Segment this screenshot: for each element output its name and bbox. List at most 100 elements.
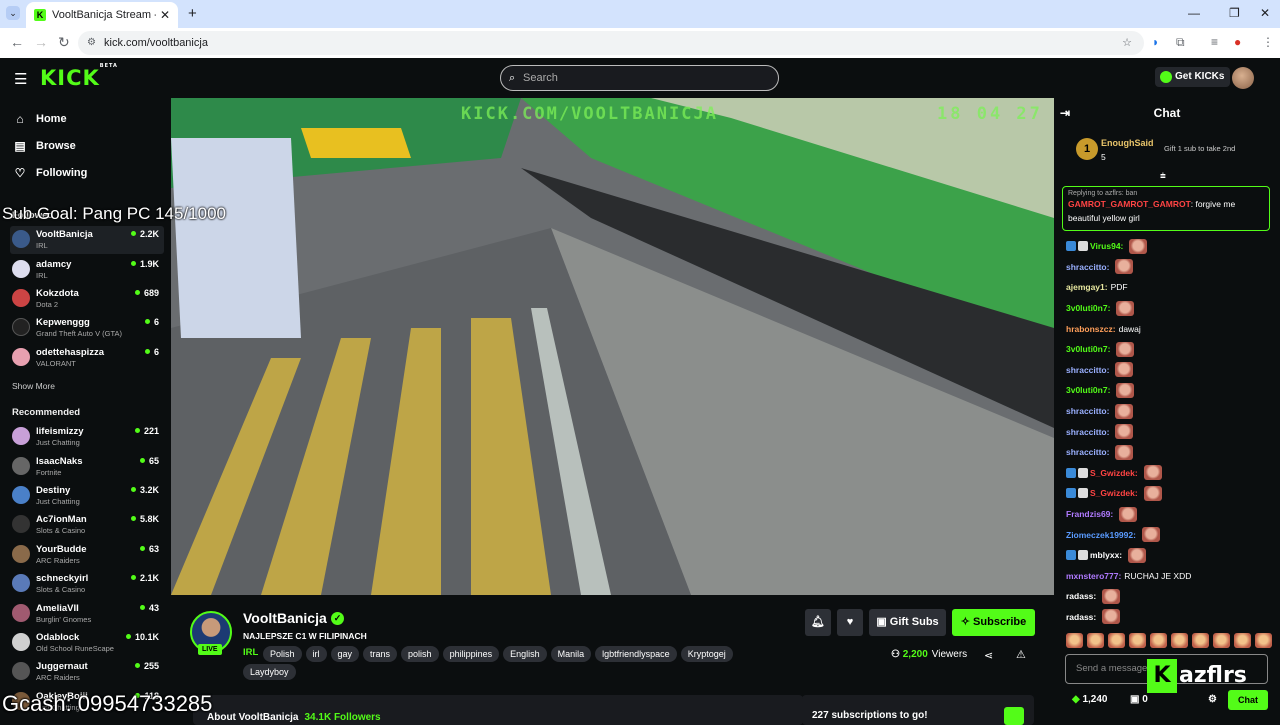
emote-icon[interactable] (1150, 633, 1167, 648)
follow-heart-button[interactable]: ♥ (837, 609, 863, 636)
chat-settings-icon[interactable]: ⚙ (1208, 694, 1217, 705)
sidebar-channel[interactable]: Odablock Old School RuneScape 10.1K (10, 629, 164, 657)
tag[interactable]: gay (330, 646, 360, 662)
tab-search-icon[interactable]: ⌄ (6, 6, 20, 20)
tag[interactable]: philippines (442, 646, 500, 662)
hamburger-menu-icon[interactable]: ☰ (14, 70, 27, 88)
tag[interactable]: Laydyboy (243, 664, 296, 680)
chat-username[interactable]: shraccitto: (1066, 406, 1109, 416)
nav-following[interactable]: ♡ Following (12, 166, 88, 180)
translate-icon[interactable]: ◗ (1152, 35, 1159, 49)
emote-icon[interactable] (1192, 633, 1209, 648)
reading-list-icon[interactable]: ≡ (1211, 35, 1218, 49)
channel-points[interactable]: ◆ 1,240 (1072, 694, 1108, 705)
maximize-icon[interactable]: ❐ (1229, 6, 1240, 20)
video-player[interactable]: KICK.COM/VOOLTBANICJA 18 04 27 (171, 98, 1054, 595)
chat-username[interactable]: shraccitto: (1066, 262, 1109, 272)
nav-home[interactable]: ⌂ Home (12, 112, 66, 126)
site-info-icon[interactable]: ⚙ (87, 31, 96, 55)
emote-icon[interactable] (1066, 633, 1083, 648)
tag[interactable]: Manila (550, 646, 592, 662)
collapse-chat-icon[interactable]: ⇥ (1060, 98, 1070, 128)
emote-icon[interactable] (1234, 633, 1251, 648)
new-tab-icon[interactable]: + (188, 5, 197, 22)
sidebar-channel[interactable]: adamcy IRL 1.9K (10, 256, 164, 284)
browser-tab[interactable]: K VooltBanicja Stream - Watch ✕ (26, 2, 178, 28)
emote-icon[interactable] (1108, 633, 1125, 648)
tag[interactable]: polish (401, 646, 439, 662)
sidebar-channel[interactable]: schneckyirl Slots & Casino 2.1K (10, 570, 164, 598)
share-icon[interactable]: ⋖ (984, 649, 993, 662)
top-gifter-name[interactable]: EnoughSaid (1101, 138, 1154, 148)
bookmark-star-icon[interactable]: ☆ (1122, 31, 1132, 55)
emote-icon[interactable] (1129, 633, 1146, 648)
emote-icon[interactable] (1087, 633, 1104, 648)
gift-subs-button[interactable]: ▣ Gift Subs (869, 609, 946, 636)
sidebar-channel[interactable]: AmeliaVII Burglin' Gnomes 43 (10, 600, 164, 628)
streamer-name[interactable]: VooltBanicja (243, 610, 327, 626)
emote-icon[interactable] (1171, 633, 1188, 648)
tag[interactable]: English (503, 646, 547, 662)
menu-kebab-icon[interactable]: ⋮ (1262, 35, 1274, 49)
chat-username[interactable]: Frandzis69: (1066, 509, 1113, 519)
report-icon[interactable]: ⚠ (1016, 648, 1026, 661)
sidebar-channel[interactable]: odettehaspizza VALORANT 6 (10, 344, 164, 372)
close-tab-icon[interactable]: ✕ (160, 8, 170, 22)
chat-username[interactable]: shraccitto: (1066, 447, 1109, 457)
gift-hint[interactable]: Gift 1 sub to take 2nd (1164, 144, 1235, 153)
chat-username[interactable]: radass: (1066, 612, 1096, 622)
tag[interactable]: Polish (263, 646, 302, 662)
subs-goal-button[interactable] (1004, 707, 1024, 725)
forward-icon[interactable]: → (34, 34, 48, 50)
chat-username[interactable]: shraccitto: (1066, 365, 1109, 375)
user-avatar[interactable] (1232, 67, 1254, 89)
sidebar-channel[interactable]: Ac7ionMan Slots & Casino 5.8K (10, 511, 164, 539)
sidebar-channel[interactable]: Kepwenggg Grand Theft Auto V (GTA) 6 (10, 314, 164, 342)
sidebar-channel[interactable]: YourBudde ARC Raiders 63 (10, 541, 164, 569)
chat-username[interactable]: mxnstero777: (1066, 571, 1121, 581)
chat-username[interactable]: Virus94: (1090, 241, 1123, 251)
chat-username[interactable]: mblyxx: (1090, 550, 1122, 560)
chat-username[interactable]: S_Gwizdek: (1090, 468, 1138, 478)
show-more-link[interactable]: Show More (12, 381, 55, 391)
extensions-icon[interactable]: ⧉ (1176, 35, 1185, 50)
chat-username[interactable]: Ziomeczek19992: (1066, 530, 1136, 540)
chat-username[interactable]: 3v0luti0n7: (1066, 344, 1110, 354)
search-input[interactable]: ⌕ Search (500, 65, 779, 91)
chat-username[interactable]: 3v0luti0n7: (1066, 303, 1110, 313)
sidebar-channel[interactable]: lifeismizzy Just Chatting 221 (10, 423, 164, 451)
tag[interactable]: lgbtfriendlyspace (595, 646, 677, 662)
tag[interactable]: Kryptogej (680, 646, 733, 662)
star-icon: ✧ (960, 616, 974, 628)
chat-username[interactable]: radass: (1066, 591, 1096, 601)
get-kicks-button[interactable]: Get KICKs (1155, 67, 1231, 87)
chat-username[interactable]: shraccitto: (1066, 427, 1109, 437)
stream-category[interactable]: IRL (243, 647, 258, 658)
chat-username[interactable]: ajemgay1: (1066, 282, 1108, 292)
tag[interactable]: trans (363, 646, 398, 662)
chat-username[interactable]: S_Gwizdek: (1090, 488, 1138, 498)
sidebar-channel[interactable]: Juggernaut ARC Raiders 255 (10, 658, 164, 686)
pinned-icon[interactable]: ⩧ (1160, 171, 1166, 182)
back-icon[interactable]: ← (10, 34, 24, 50)
nav-browse[interactable]: ▤ Browse (12, 139, 75, 153)
profile-icon[interactable]: ● (1234, 35, 1241, 49)
kick-logo[interactable]: KICKBETA (40, 63, 118, 90)
send-chat-button[interactable]: Chat (1228, 690, 1268, 710)
close-window-icon[interactable]: ✕ (1260, 6, 1270, 20)
sidebar-channel[interactable]: Destiny Just Chatting 3.2K (10, 482, 164, 510)
gift-count[interactable]: ▣ 0 (1130, 694, 1148, 705)
subscribe-button[interactable]: ✧ Subscribe (952, 609, 1035, 636)
reload-icon[interactable]: ↻ (58, 34, 70, 51)
chat-username[interactable]: 3v0luti0n7: (1066, 385, 1110, 395)
tag[interactable]: irl (305, 646, 327, 662)
sidebar-channel[interactable]: VooltBanicja IRL 2.2K (10, 226, 164, 254)
emote-icon[interactable] (1213, 633, 1230, 648)
emote-icon[interactable] (1255, 633, 1272, 648)
chat-username[interactable]: hrabonszcz: (1066, 324, 1116, 334)
sidebar-channel[interactable]: Kokzdota Dota 2 689 (10, 285, 164, 313)
sidebar-channel[interactable]: IsaacNaks Fortnite 65 (10, 453, 164, 481)
notification-bell-button[interactable]: 🔔︎ (805, 609, 831, 636)
minimize-icon[interactable]: — (1188, 6, 1200, 20)
address-bar[interactable]: ⚙ kick.com/vooltbanicja ☆ (78, 31, 1144, 55)
